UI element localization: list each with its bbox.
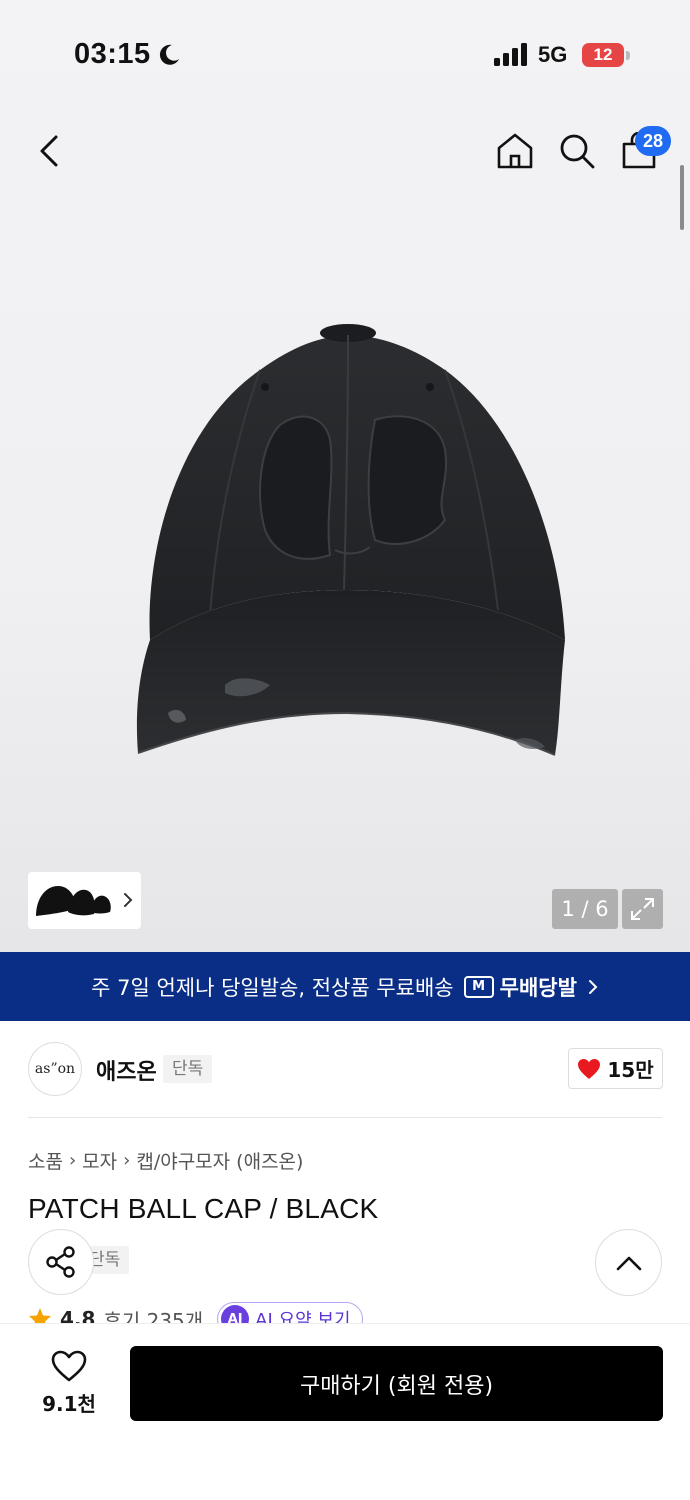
promo-logo-text: 무배당발	[499, 975, 577, 1000]
chevron-right-icon: ›	[123, 1150, 131, 1171]
chevron-right-icon	[124, 893, 133, 907]
promo-text: 주 7일 언제나 당일발송, 전상품 무료배송	[91, 975, 454, 1000]
truck-icon: M	[463, 975, 494, 998]
status-time: 03:15	[74, 38, 151, 70]
breadcrumb: 소품 › 모자 › 캡/야구모자 (애즈온)	[28, 1147, 303, 1174]
scroll-top-button[interactable]	[595, 1229, 662, 1296]
breadcrumb-item-accessories[interactable]: 소품	[28, 1147, 63, 1174]
signal-icon	[494, 43, 527, 66]
divider	[28, 1117, 662, 1118]
delivery-promo-banner[interactable]: 주 7일 언제나 당일발송, 전상품 무료배송 M 무배당발	[0, 952, 690, 1021]
home-button[interactable]	[492, 128, 538, 174]
buy-button[interactable]: 구매하기 (회원 전용)	[130, 1346, 663, 1421]
product-title: PATCH BALL CAP / BLACK	[28, 1193, 379, 1224]
brand-like-count: 15만	[607, 1058, 654, 1082]
share-button[interactable]	[28, 1229, 94, 1295]
promo-logo: M 무배당발	[463, 972, 577, 1002]
thumbnail-strip[interactable]	[28, 872, 141, 929]
home-icon	[497, 133, 533, 169]
product-detail-page: 03:15 5G 12 28 1 / 6 주 7일 언제나 당일발송, 전상품 …	[0, 0, 690, 1500]
product-image[interactable]	[120, 315, 575, 765]
wishlist-count: 9.1천	[42, 1392, 96, 1416]
heart-icon	[578, 1058, 601, 1079]
chevron-up-icon	[616, 1256, 641, 1270]
expand-button[interactable]	[622, 889, 663, 929]
chevron-right-icon	[588, 979, 598, 994]
thumbnail-image	[36, 885, 111, 916]
brand-logo[interactable]: as”on	[28, 1042, 82, 1096]
brand-exclusive-tag: 단독	[163, 1055, 213, 1083]
network-label: 5G	[538, 42, 568, 67]
battery-icon: 12	[582, 43, 624, 67]
search-button[interactable]	[554, 128, 600, 174]
battery-tip	[626, 51, 630, 60]
brand-like-button[interactable]: 15만	[568, 1048, 663, 1089]
search-icon	[560, 134, 595, 169]
chevron-left-icon	[40, 135, 58, 167]
moon-icon	[159, 44, 179, 65]
share-icon	[46, 1246, 75, 1278]
cart-count-badge: 28	[635, 126, 671, 156]
wishlist-button[interactable]: 9.1천	[32, 1346, 106, 1420]
back-button[interactable]	[28, 128, 70, 174]
image-page-counter: 1 / 6	[552, 889, 618, 929]
scroll-indicator	[680, 165, 684, 230]
expand-icon	[631, 898, 654, 920]
brand-name[interactable]: 애즈온	[96, 1054, 157, 1086]
breadcrumb-item-hats[interactable]: 모자	[82, 1147, 117, 1174]
chevron-right-icon: ›	[68, 1150, 77, 1171]
breadcrumb-item-caps[interactable]: 캡/야구모자 (애즈온)	[136, 1147, 303, 1174]
heart-outline-icon	[51, 1350, 87, 1382]
